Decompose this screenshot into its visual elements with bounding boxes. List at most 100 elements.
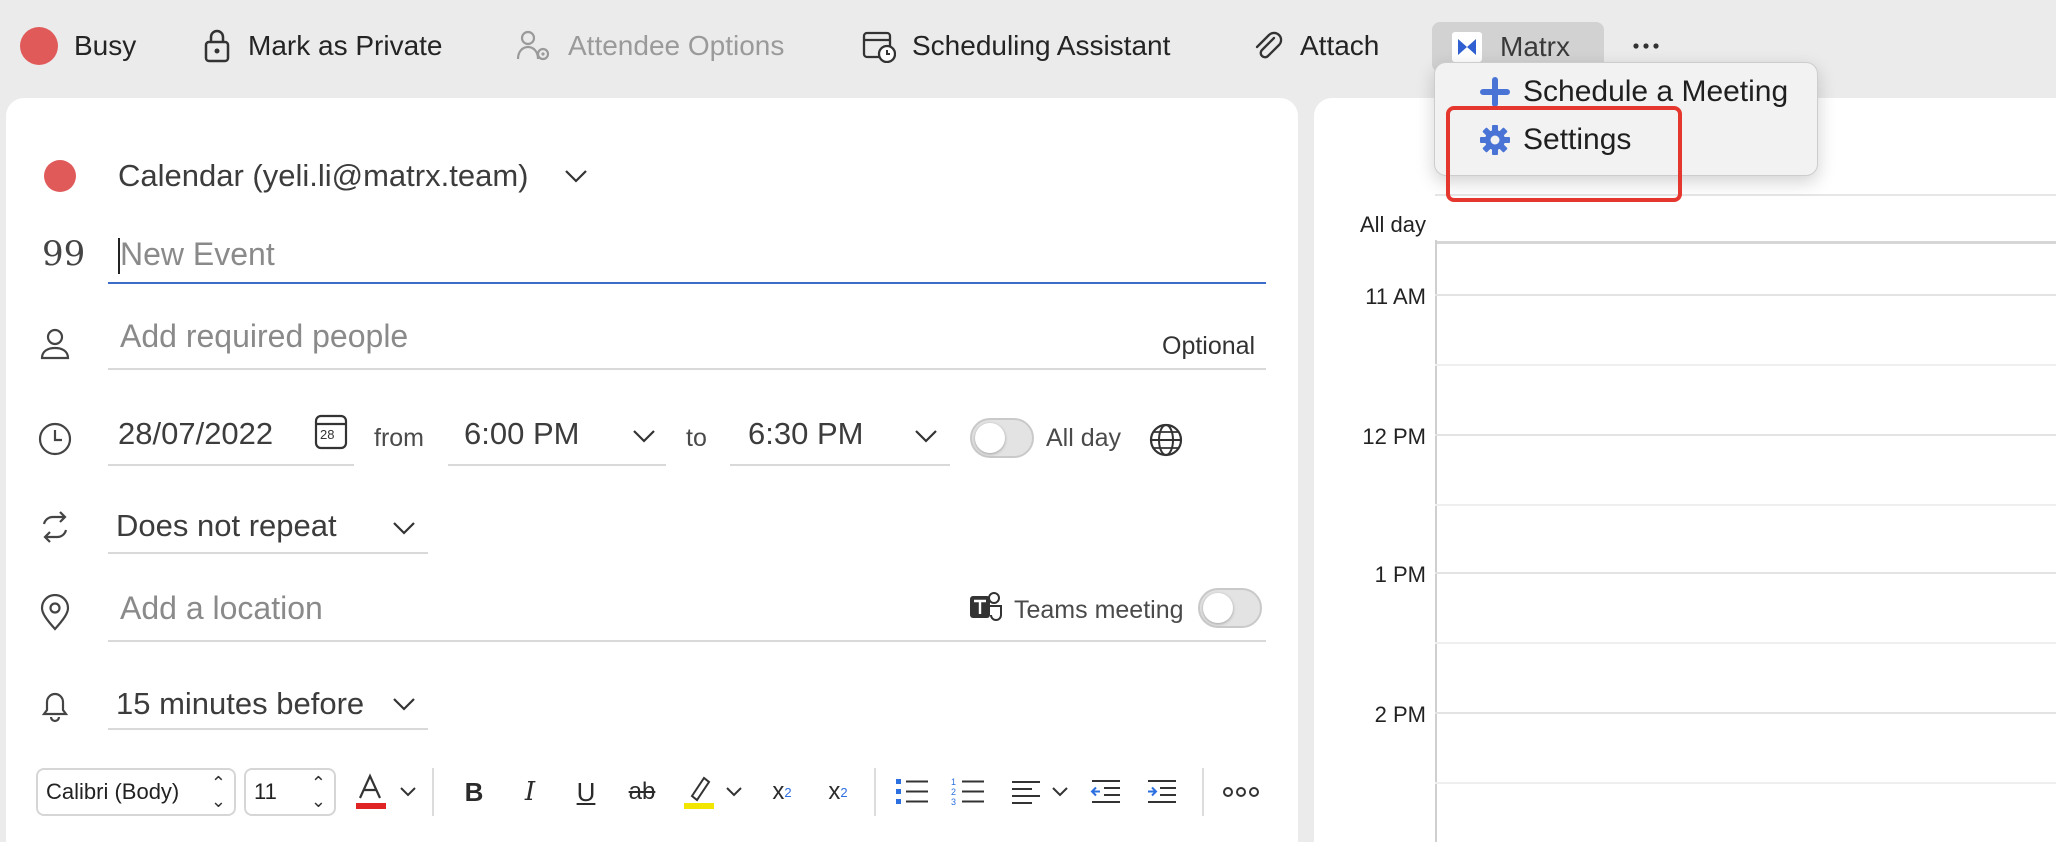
time-gutter-divider [1435,240,1437,842]
location-underline [108,640,1266,642]
teams-meeting-label: Teams meeting [1014,596,1184,624]
teams-meeting-toggle[interactable] [1198,588,1262,628]
font-color-button[interactable] [350,772,390,812]
chevron-down-icon[interactable] [724,782,744,802]
hour-label: 2 PM [1374,702,1426,727]
bold-icon[interactable]: B [454,772,494,812]
align-icon[interactable] [1006,772,1046,812]
calendar-selector[interactable]: Calendar (yeli.li@matrx.team) [118,158,528,194]
superscript-icon[interactable]: x2 [762,772,802,812]
toolbar-separator [1202,768,1204,816]
busy-label: Busy [74,30,137,61]
schedule-meeting-menu-item[interactable]: Schedule a Meeting [1479,75,1788,109]
stepper-arrows-icon: ⌃ ⌄ [210,773,226,811]
highlighter-icon [684,776,714,809]
scheduling-assistant-button[interactable]: Scheduling Assistant [862,16,1170,76]
chevron-down-icon[interactable] [1050,782,1070,802]
date-picker-button[interactable]: 28 [314,412,348,450]
svg-text:1: 1 [951,777,956,787]
repeat-icon [42,511,68,543]
matrx-label: Matrx [1500,31,1570,62]
hour-line [1435,434,2056,436]
matrx-logo-icon [1452,32,1482,62]
title-underline [108,282,1266,284]
attendee-options-button[interactable]: Attendee Options [516,16,784,76]
mark-private-button[interactable]: Mark as Private [202,16,443,76]
hour-label: 1 PM [1374,562,1426,587]
font-name-value: Calibri (Body) [46,779,180,804]
globe-icon[interactable] [1148,422,1184,458]
start-time-select[interactable]: 6:00 PM [464,416,579,452]
repeat-select[interactable]: Does not repeat [116,508,337,544]
to-label: to [686,424,707,452]
event-title-input[interactable]: New Event [120,236,275,273]
all-day-label: All day [1046,424,1122,452]
scheduling-assistant-label: Scheduling Assistant [912,30,1171,61]
end-time-underline [730,464,950,466]
mark-private-label: Mark as Private [248,30,443,61]
toolbar-separator [874,768,876,816]
attendee-options-label: Attendee Options [568,30,785,61]
from-label: from [374,424,424,452]
hour-line [1435,572,2056,574]
chevron-down-icon[interactable] [390,516,418,540]
font-name-select[interactable]: Calibri (Body) ⌃ ⌄ [36,768,236,816]
bullet-list-icon[interactable] [892,772,932,812]
numbered-list-icon[interactable]: 123 [948,772,988,812]
date-underline [108,464,354,466]
people-settings-icon [516,30,550,61]
repeat-underline [108,552,428,554]
strikethrough-icon[interactable]: ab [622,772,662,812]
chevron-down-icon[interactable] [630,424,658,448]
font-size-select[interactable]: 11 ⌃ ⌄ [244,768,336,816]
attach-label: Attach [1300,30,1380,61]
busy-status-icon [20,27,58,65]
half-hour-line [1435,504,2056,506]
all-day-toggle[interactable] [970,418,1034,458]
svg-text:3: 3 [951,797,956,807]
half-hour-line [1435,364,2056,366]
hour-label: 11 AM [1365,284,1426,309]
date-input[interactable]: 28/07/2022 [118,416,273,452]
chevron-down-icon[interactable] [390,692,418,716]
hour-line [1435,712,2056,714]
calendar-icon-day: 28 [320,427,335,442]
more-formatting-icon[interactable] [1222,782,1260,802]
calendar-clock-icon [862,31,896,63]
reminder-select[interactable]: 15 minutes before [116,686,364,722]
decrease-indent-icon[interactable] [1086,772,1126,812]
all-day-row-label: All day [1359,212,1426,237]
required-people-input[interactable]: Add required people [120,318,408,355]
underline-icon[interactable]: U [566,772,606,812]
reminder-underline [108,728,428,730]
quote-icon: 99 [42,234,86,274]
plus-icon [1480,77,1510,107]
stepper-arrows-icon: ⌃ ⌄ [310,773,326,811]
half-hour-line [1435,642,2056,644]
teams-icon [970,592,1002,621]
subscript-icon[interactable]: x2 [818,772,858,812]
chevron-down-icon[interactable] [398,782,418,802]
calendar-color-icon [44,160,76,192]
hour-label: 12 PM [1362,424,1426,449]
increase-indent-icon[interactable] [1142,772,1182,812]
busy-button[interactable]: Busy [20,16,136,76]
attach-button[interactable]: Attach [1252,16,1379,76]
start-time-underline [448,464,666,466]
lock-icon [204,29,230,63]
highlight-button[interactable] [678,772,718,812]
half-hour-line [1435,782,2056,784]
location-pin-icon [40,594,70,631]
svg-text:2: 2 [951,787,956,797]
chevron-down-icon[interactable] [912,424,940,448]
end-time-select[interactable]: 6:30 PM [748,416,863,452]
settings-highlight-box [1446,106,1682,202]
italic-icon[interactable]: I [510,772,550,812]
location-input[interactable]: Add a location [120,590,323,627]
more-options-icon[interactable] [1630,30,1662,62]
bell-icon [41,692,69,723]
schedule-meeting-label: Schedule a Meeting [1523,75,1789,108]
people-underline [108,368,1266,370]
chevron-down-icon[interactable] [562,164,590,188]
optional-people-link[interactable]: Optional [1162,332,1255,361]
